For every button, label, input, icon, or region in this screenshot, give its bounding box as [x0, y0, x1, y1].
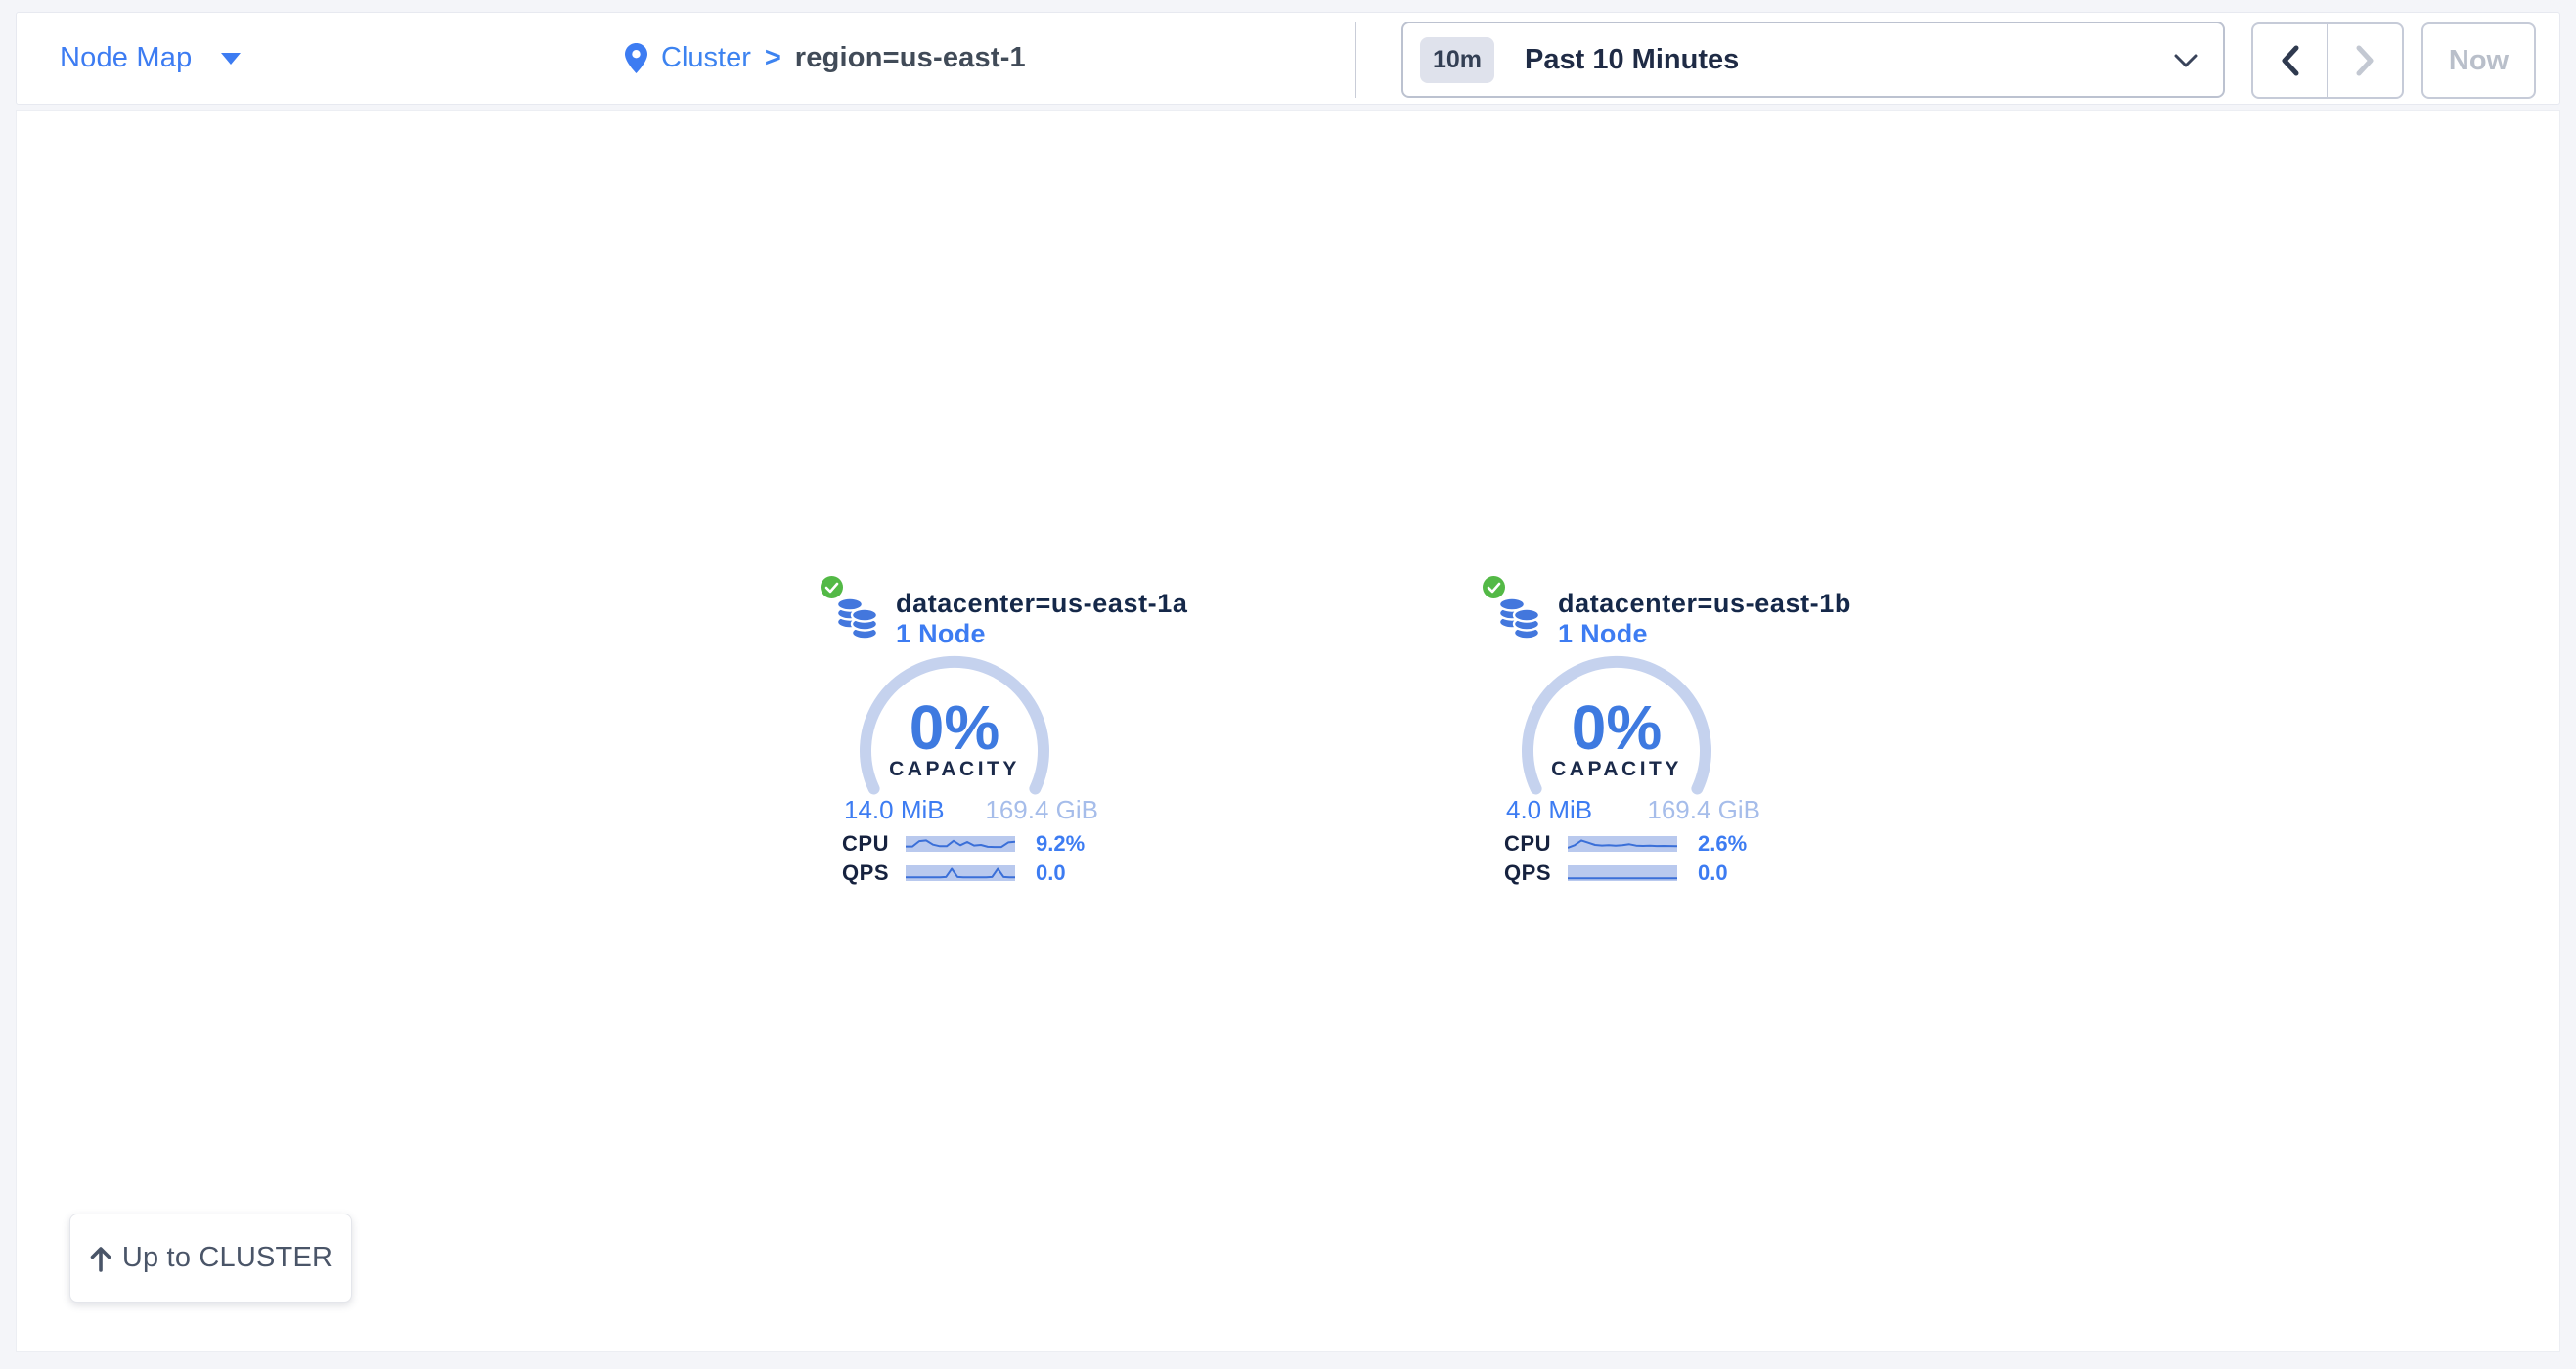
cpu-metric-row: CPU 9.2%	[821, 835, 1114, 853]
chevron-left-icon	[2280, 44, 2301, 77]
capacity-label: CAPACITY	[1516, 758, 1717, 781]
datacenter-title: datacenter=us-east-1a	[896, 589, 1188, 619]
datacenter-card-us-east-1a[interactable]: datacenter=us-east-1a 1 Node 0% CAPACITY…	[821, 576, 1114, 904]
topbar: Node Map Cluster > region=us-east-1 10m …	[16, 12, 2560, 105]
qps-value: 0.0	[1036, 861, 1066, 886]
caret-down-icon	[221, 53, 241, 65]
up-to-cluster-label: Up to CLUSTER	[122, 1242, 333, 1274]
database-icon	[834, 596, 881, 642]
time-step-button-group	[2251, 22, 2404, 99]
breadcrumb: Cluster > region=us-east-1	[625, 13, 1026, 104]
capacity-label: CAPACITY	[854, 758, 1055, 781]
qps-sparkline-chart	[1568, 865, 1677, 881]
qps-metric-row: QPS 0.0	[1483, 864, 1776, 882]
time-range-label: Past 10 Minutes	[1525, 44, 1739, 76]
location-pin-icon	[625, 43, 647, 74]
capacity-range: 14.0 MiB 169.4 GiB	[844, 795, 1098, 825]
arrow-up-icon	[89, 1245, 112, 1272]
qps-label: QPS	[1483, 861, 1551, 886]
cpu-label: CPU	[1483, 831, 1551, 857]
now-button[interactable]: Now	[2421, 22, 2536, 99]
node-map-page: Node Map Cluster > region=us-east-1 10m …	[0, 0, 2576, 1369]
capacity-total: 169.4 GiB	[1647, 795, 1760, 825]
cpu-value: 2.6%	[1698, 831, 1747, 857]
time-range-badge: 10m	[1420, 37, 1494, 83]
breadcrumb-link-cluster[interactable]: Cluster	[661, 42, 751, 74]
datacenter-title: datacenter=us-east-1b	[1558, 589, 1851, 619]
topbar-divider	[1355, 22, 1356, 98]
cpu-value: 9.2%	[1036, 831, 1085, 857]
capacity-percent: 0%	[1516, 691, 1717, 764]
datacenter-node-count[interactable]: 1 Node	[1558, 619, 1648, 649]
qps-metric-row: QPS 0.0	[821, 864, 1114, 882]
capacity-total: 169.4 GiB	[985, 795, 1098, 825]
time-step-back-button[interactable]	[2253, 24, 2328, 97]
view-selector-label: Node Map	[60, 42, 192, 74]
qps-label: QPS	[821, 861, 889, 886]
qps-value: 0.0	[1698, 861, 1728, 886]
qps-sparkline-chart	[906, 865, 1015, 881]
capacity-used: 4.0 MiB	[1506, 795, 1592, 825]
datacenter-node-count[interactable]: 1 Node	[896, 619, 986, 649]
view-selector-dropdown[interactable]: Node Map	[60, 13, 241, 104]
capacity-range: 4.0 MiB 169.4 GiB	[1506, 795, 1760, 825]
time-step-forward-button[interactable]	[2328, 24, 2402, 97]
chevron-down-icon	[2174, 54, 2198, 68]
datacenter-card-us-east-1b[interactable]: datacenter=us-east-1b 1 Node 0% CAPACITY…	[1483, 576, 1776, 904]
cpu-sparkline-chart	[1568, 836, 1677, 852]
time-range-dropdown[interactable]: 10m Past 10 Minutes	[1401, 22, 2225, 98]
capacity-used: 14.0 MiB	[844, 795, 945, 825]
cpu-label: CPU	[821, 831, 889, 857]
cpu-sparkline-chart	[906, 836, 1015, 852]
breadcrumb-separator: >	[765, 42, 781, 74]
database-icon	[1496, 596, 1543, 642]
up-to-cluster-button[interactable]: Up to CLUSTER	[69, 1214, 352, 1303]
cpu-metric-row: CPU 2.6%	[1483, 835, 1776, 853]
breadcrumb-current: region=us-east-1	[795, 42, 1026, 74]
chevron-right-icon	[2354, 44, 2376, 77]
node-map-canvas: datacenter=us-east-1a 1 Node 0% CAPACITY…	[16, 110, 2560, 1352]
capacity-percent: 0%	[854, 691, 1055, 764]
